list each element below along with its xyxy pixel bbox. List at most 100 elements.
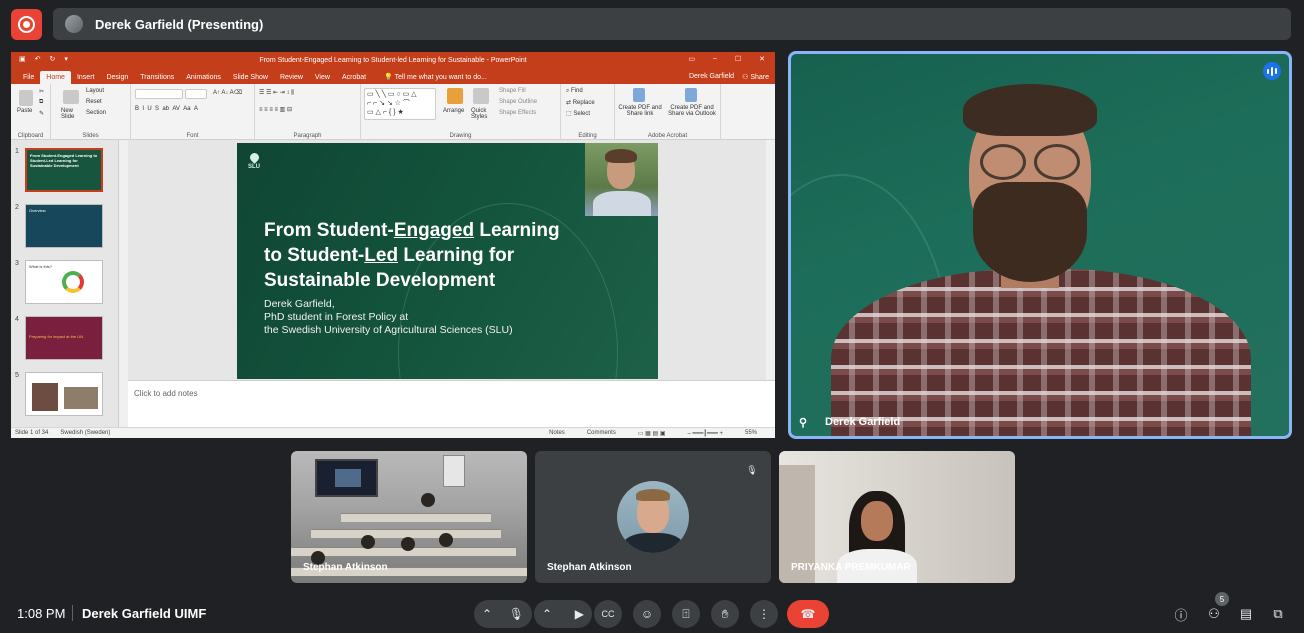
people-button[interactable]: ⚇ bbox=[1203, 603, 1225, 625]
slide-thumbnail[interactable] bbox=[25, 372, 103, 416]
current-slide[interactable]: SLU From Student-Engaged Learning to Stu… bbox=[237, 143, 658, 379]
chevron-up-icon[interactable]: ⌃ bbox=[482, 607, 492, 621]
thumbnail-row-1[interactable]: 1 From Student-Engaged Learning to Stude… bbox=[15, 148, 103, 192]
participant-tile-video[interactable]: PRIYANKA PREMKUMAR bbox=[779, 451, 1015, 583]
slide-thumbnail[interactable]: From Student-Engaged Learning to Student… bbox=[25, 148, 103, 192]
meeting-name[interactable]: Derek Garfield UIMF bbox=[82, 606, 206, 621]
arrange-icon[interactable] bbox=[447, 88, 463, 104]
tab-animations[interactable]: Animations bbox=[180, 74, 227, 84]
quick-styles-label[interactable]: Quick Styles bbox=[471, 108, 493, 120]
cut-icon[interactable]: ✂ bbox=[39, 88, 44, 95]
zoom-slider[interactable]: – ━━━┃━━━ + bbox=[688, 430, 723, 437]
create-pdf-outlook-button[interactable]: Create PDF and Share via Outlook bbox=[665, 105, 719, 117]
tab-acrobat[interactable]: Acrobat bbox=[336, 74, 372, 84]
camera-control[interactable]: ⌃ ▶︎ bbox=[534, 600, 592, 628]
create-pdf-share-link-button[interactable]: Create PDF and Share link bbox=[617, 105, 663, 117]
group-paragraph: ☰ ☰ ⇤ ⇥ ↕ ⫼ ≡ ≡ ≡ ≡ ▥ ⊟ Paragraph bbox=[255, 84, 361, 140]
new-slide-icon[interactable] bbox=[63, 90, 79, 104]
pin-icon[interactable]: ⚲ bbox=[799, 416, 807, 429]
microphone-icon[interactable]: 🎙︎ bbox=[509, 607, 524, 621]
new-slide-label[interactable]: New Slide bbox=[61, 108, 85, 120]
share-button[interactable]: ⚇ Share bbox=[742, 73, 769, 81]
leave-call-button[interactable]: ☎︎ bbox=[787, 600, 829, 628]
align-icons[interactable]: ≡ ≡ ≡ ≡ ▥ ⊟ bbox=[259, 106, 292, 113]
tab-file[interactable]: File bbox=[17, 74, 40, 84]
list-icons[interactable]: ☰ ☰ ⇤ ⇥ ↕ ⫼ bbox=[259, 89, 294, 97]
slu-logo-text: SLU bbox=[248, 164, 260, 170]
pdf-outlook-icon[interactable] bbox=[685, 88, 697, 102]
redo-icon[interactable]: ↻ bbox=[50, 55, 56, 63]
close-icon[interactable]: ✕ bbox=[759, 55, 765, 63]
slide-thumbnail[interactable]: Overview bbox=[25, 204, 103, 248]
shape-outline-button[interactable]: Shape Outline bbox=[499, 99, 537, 105]
student-head bbox=[401, 537, 415, 551]
notes-toggle[interactable]: Notes bbox=[549, 430, 565, 437]
find-button[interactable]: ⌕ Find bbox=[566, 88, 583, 95]
paste-icon[interactable] bbox=[19, 90, 33, 106]
participant-tile-classroom[interactable]: Stephan Atkinson bbox=[291, 451, 527, 583]
thumbnail-row-3[interactable]: 3 What is this? bbox=[15, 260, 103, 304]
chat-button[interactable]: ▤ bbox=[1235, 603, 1257, 625]
font-format-icons[interactable]: B I U S ab AV Aa A bbox=[135, 106, 198, 112]
section-button[interactable]: Section bbox=[86, 110, 106, 116]
copy-icon[interactable]: ⧉ bbox=[39, 99, 43, 106]
save-icon[interactable]: ▣ bbox=[19, 55, 26, 63]
meeting-details-button[interactable]: ⓘ bbox=[1170, 603, 1192, 625]
ribbon-display-icon[interactable]: ▭ bbox=[688, 55, 695, 63]
font-name-field[interactable] bbox=[135, 89, 183, 99]
reset-button[interactable]: Reset bbox=[86, 99, 102, 105]
raise-hand-button[interactable]: ✋︎ bbox=[711, 600, 739, 628]
tab-insert[interactable]: Insert bbox=[71, 74, 101, 84]
select-button[interactable]: ⬚ Select bbox=[566, 110, 590, 117]
view-buttons[interactable]: ▭ ▦ ▤ ▣ bbox=[638, 430, 666, 437]
thumbnail-row-5[interactable]: 5 bbox=[15, 372, 103, 416]
chevron-up-icon[interactable]: ⌃ bbox=[542, 607, 552, 621]
quick-styles-icon[interactable] bbox=[473, 88, 489, 104]
tab-design[interactable]: Design bbox=[100, 74, 134, 84]
microphone-control[interactable]: ⌃ 🎙︎ bbox=[474, 600, 532, 628]
activities-button[interactable]: ⧉ bbox=[1267, 603, 1289, 625]
paste-label[interactable]: Paste bbox=[17, 108, 32, 114]
zoom-level[interactable]: 55% bbox=[745, 430, 757, 437]
camera-icon[interactable]: ▶︎ bbox=[575, 607, 584, 621]
ppt-workspace: 1 From Student-Engaged Learning to Stude… bbox=[11, 140, 775, 427]
replace-button[interactable]: ⇄ Replace bbox=[566, 99, 595, 106]
undo-icon[interactable]: ↶ bbox=[35, 55, 41, 63]
presenting-banner[interactable]: Derek Garfield (Presenting) bbox=[53, 8, 1291, 40]
thumbnail-row-2[interactable]: 2 Overview bbox=[15, 204, 103, 248]
tell-me-search[interactable]: 💡 Tell me what you want to do... bbox=[378, 73, 493, 84]
more-options-button[interactable]: ⋮ bbox=[750, 600, 778, 628]
shape-fill-button[interactable]: Shape Fill bbox=[499, 88, 526, 94]
participant-tile-avatar[interactable]: 🎙︎ Stephan Atkinson bbox=[535, 451, 771, 583]
captions-button[interactable]: CC bbox=[594, 600, 622, 628]
comments-toggle[interactable]: Comments bbox=[587, 430, 616, 437]
slide-thumbnail[interactable]: What is this? bbox=[25, 260, 103, 304]
shape-effects-button[interactable]: Shape Effects bbox=[499, 110, 536, 116]
emoji-button[interactable]: ☺ bbox=[633, 600, 661, 628]
user-name[interactable]: Derek Garfield bbox=[689, 73, 734, 81]
thumbnails-scrollbar[interactable] bbox=[119, 140, 128, 427]
tab-review[interactable]: Review bbox=[274, 74, 309, 84]
slide-scrollbar[interactable] bbox=[766, 140, 775, 380]
notes-pane[interactable]: Click to add notes bbox=[128, 380, 775, 427]
slide-thumbnail[interactable]: Preparing for impact at the UN bbox=[25, 316, 103, 360]
language-indicator[interactable]: Swedish (Sweden) bbox=[60, 430, 110, 436]
thumbnail-row-4[interactable]: 4 Preparing for impact at the UN bbox=[15, 316, 103, 360]
tab-slide-show[interactable]: Slide Show bbox=[227, 74, 274, 84]
tab-transitions[interactable]: Transitions bbox=[134, 74, 180, 84]
arrange-label[interactable]: Arrange bbox=[443, 108, 464, 114]
font-grow-icon[interactable]: A↑ A↓ A⌫ bbox=[213, 89, 242, 96]
tab-view[interactable]: View bbox=[309, 74, 336, 84]
tab-home[interactable]: Home bbox=[40, 71, 71, 84]
pdf-link-icon[interactable] bbox=[633, 88, 645, 102]
layout-button[interactable]: Layout bbox=[86, 88, 104, 94]
group-label-font: Font bbox=[186, 133, 199, 139]
present-button[interactable]: ⍐ bbox=[672, 600, 700, 628]
customize-icon[interactable]: ▾ bbox=[64, 55, 68, 63]
speaker-tile[interactable]: ⚲ Derek Garfield bbox=[788, 51, 1292, 439]
recording-button[interactable] bbox=[11, 9, 42, 40]
minimize-icon[interactable]: – bbox=[713, 55, 717, 63]
maximize-icon[interactable]: ☐ bbox=[735, 55, 741, 63]
font-size-field[interactable] bbox=[185, 89, 207, 99]
format-painter-icon[interactable]: ✎ bbox=[39, 110, 44, 117]
